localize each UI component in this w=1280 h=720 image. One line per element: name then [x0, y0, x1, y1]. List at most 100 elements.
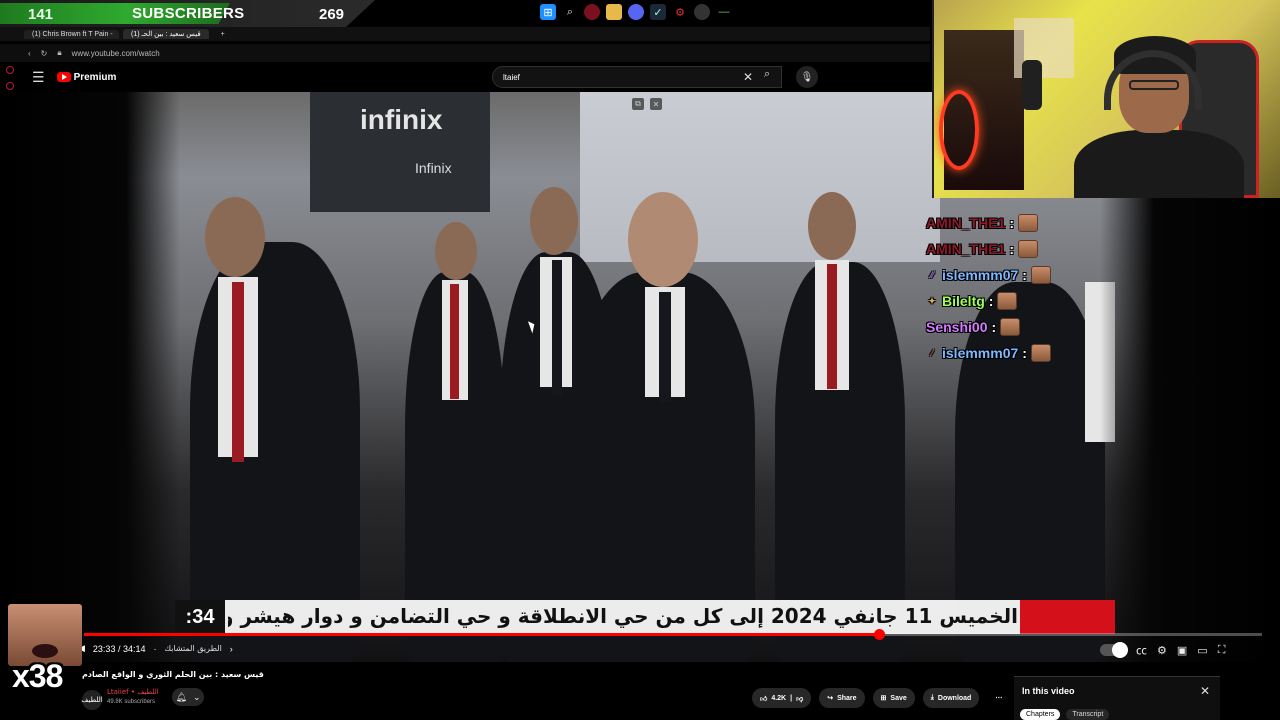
- chevron-down-icon: ⌄: [192, 691, 201, 702]
- miniplayer-button-icon[interactable]: ▣: [1177, 644, 1187, 657]
- save-icon: ⊞: [880, 695, 887, 702]
- clear-search-icon[interactable]: ✕: [743, 70, 753, 84]
- youtube-header: ☰ Premium ltaief ✕ ⌕ 🎙︎: [20, 64, 930, 90]
- thumbs-up-icon: 👍︎: [760, 695, 768, 703]
- video-title: قيس سعيد : بين الحلم الثوري و الواقع الص…: [82, 670, 264, 679]
- subscriber-goal: 269: [319, 6, 345, 23]
- browser-tab-active[interactable]: (1) قيس سعيد : بين الحـ: [123, 29, 209, 39]
- close-icon[interactable]: ✕: [1200, 684, 1210, 698]
- storefront-sign-sub: Infinix: [415, 160, 452, 176]
- video-person-tie: [827, 264, 837, 389]
- search-button[interactable]: ⌕: [764, 68, 770, 81]
- notification-bell-button[interactable]: 🔔︎ ⌄: [172, 688, 204, 706]
- discord-icon[interactable]: [628, 4, 644, 20]
- search-input[interactable]: ltaief: [492, 66, 782, 88]
- webcam-microphone: [1022, 60, 1042, 110]
- reload-icon[interactable]: ↻: [41, 49, 48, 58]
- chat-message: ⁄⁄ islemmm07 :: [926, 262, 1096, 288]
- browser-tab[interactable]: (1) Chris Brown ft T Pain -: [24, 29, 119, 39]
- news-caption-time: :34: [175, 600, 225, 634]
- new-tab-button[interactable]: +: [213, 30, 233, 39]
- premium-label: Premium: [73, 71, 117, 83]
- bell-icon: 🔔︎: [175, 691, 187, 702]
- video-person-tie: [232, 282, 244, 462]
- share-button[interactable]: ↪ Share: [819, 688, 865, 708]
- subscriber-count: 141: [28, 6, 54, 23]
- chat-overlay: AMIN_THE1 : AMIN_THE1 : ⁄⁄ islemmm07 : ✦…: [926, 210, 1096, 366]
- chapter-dot: ·: [153, 643, 157, 654]
- chat-badge-icon: ✦: [928, 295, 936, 306]
- url-text[interactable]: www.youtube.com/watch: [72, 49, 160, 58]
- thumbs-down-icon[interactable]: 👎︎: [796, 694, 803, 703]
- chat-emote: [997, 292, 1018, 310]
- video-vignette-left: [0, 92, 180, 662]
- download-label: Download: [937, 694, 972, 702]
- chat-badge-icon: ⁄: [931, 348, 933, 358]
- sidebar-icon[interactable]: [6, 82, 14, 90]
- sidebar-icon[interactable]: [6, 66, 14, 74]
- subscriber-label: SUBSCRIBERS: [132, 5, 245, 22]
- subtitles-icon[interactable]: ㏄: [1136, 642, 1147, 658]
- back-icon[interactable]: ‹: [28, 49, 31, 58]
- address-bar[interactable]: ‹ ↻ 🔒︎ www.youtube.com/watch: [0, 44, 930, 62]
- fullscreen-icon[interactable]: ⛶: [1218, 644, 1226, 657]
- webcam-rgb-fan: [939, 90, 979, 170]
- close-overlay-icon[interactable]: ✕: [650, 98, 662, 110]
- steam-icon[interactable]: ✓: [650, 4, 666, 20]
- record-icon[interactable]: [584, 4, 600, 20]
- folder-icon[interactable]: [606, 4, 622, 20]
- chat-message: AMIN_THE1 :: [926, 210, 1096, 236]
- divider: |: [790, 694, 793, 702]
- channel-avatar[interactable]: اللطيف: [81, 690, 103, 710]
- video-person-head: [435, 222, 477, 280]
- obs-icon[interactable]: [694, 4, 710, 20]
- share-icon: ↪: [827, 695, 834, 702]
- video-actions: 👍︎ 4.2K | 👎︎ ↪ Share ⊞ Save ⤓ Download ⋯: [752, 688, 1010, 708]
- chat-emote: [1030, 344, 1051, 362]
- save-button[interactable]: ⊞ Save: [872, 688, 915, 708]
- settings-icon[interactable]: ⚙: [672, 4, 688, 20]
- progress-bar[interactable]: [84, 629, 1262, 640]
- channel-name[interactable]: Ltaiief • اللطيف: [107, 688, 159, 696]
- chat-message: ⁄ islemmm07 :: [926, 340, 1096, 366]
- settings-gear-icon[interactable]: ⚙: [1157, 644, 1167, 657]
- in-this-video-title: In this video: [1022, 686, 1075, 696]
- autoplay-toggle[interactable]: [1100, 642, 1128, 658]
- save-label: Save: [890, 694, 907, 702]
- app-icon[interactable]: —: [716, 4, 732, 20]
- tab-transcript[interactable]: Transcript: [1066, 709, 1110, 720]
- chapter-label[interactable]: الطريق المتشابك: [164, 644, 221, 653]
- chat-separator: :: [1009, 241, 1015, 257]
- webcam-feed: [932, 0, 1280, 198]
- video-person-head: [205, 197, 265, 277]
- video-person-head: [530, 187, 578, 255]
- menu-icon[interactable]: ☰: [32, 69, 45, 86]
- chevron-right-icon[interactable]: ›: [230, 644, 233, 654]
- video-person-tie: [552, 260, 562, 395]
- voice-search-icon[interactable]: 🎙︎: [796, 66, 818, 88]
- emote-combo-mouth: [32, 644, 58, 658]
- chat-username: islemmm07: [942, 267, 1019, 283]
- video-person: [190, 242, 360, 662]
- tab-chapters[interactable]: Chapters: [1020, 709, 1061, 720]
- more-actions-button[interactable]: ⋯: [987, 688, 1010, 708]
- windows-icon[interactable]: ⊞: [540, 4, 556, 20]
- miniplayer-icon[interactable]: ⧉: [632, 98, 644, 110]
- video-person-head: [808, 192, 856, 260]
- player-controls-left: ◀ 23:33 / 34:14 · الطريق المتشابك ›: [78, 643, 233, 654]
- chat-username: AMIN_THE1: [926, 241, 1006, 257]
- in-this-video-panel: In this video ✕ Chapters Transcript: [1014, 676, 1220, 720]
- theater-mode-icon[interactable]: ▭: [1197, 644, 1207, 657]
- time-display: 23:33 / 34:14: [92, 643, 146, 654]
- search-icon[interactable]: ⌕: [562, 4, 578, 20]
- storefront-sign: infinix: [360, 104, 443, 135]
- player-controls-right: ㏄ ⚙ ▣ ▭ ⛶: [1100, 642, 1225, 658]
- chat-message: Senshi00 :: [926, 314, 1096, 340]
- browser-tab-strip: (1) Chris Brown ft T Pain - (1) قيس سعيد…: [0, 27, 930, 41]
- youtube-logo[interactable]: Premium: [56, 71, 117, 83]
- chat-username: Bileltg: [942, 293, 985, 309]
- like-button[interactable]: 👍︎ 4.2K | 👎︎: [752, 688, 812, 708]
- youtube-play-icon: [56, 72, 71, 82]
- download-button[interactable]: ⤓ Download: [922, 688, 980, 708]
- emote-combo-count: x38: [12, 658, 63, 694]
